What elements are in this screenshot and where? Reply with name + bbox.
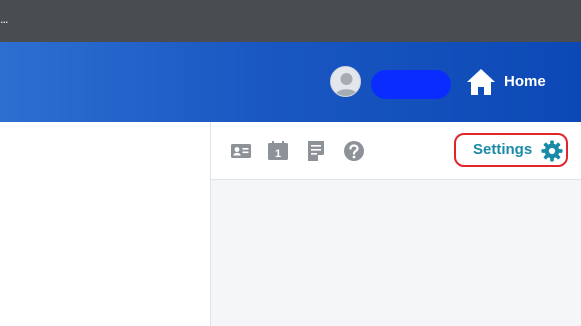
- notes-icon[interactable]: [305, 140, 327, 162]
- settings-button[interactable]: Settings: [454, 133, 568, 167]
- app-header: Home: [0, 42, 581, 122]
- right-panel: 1 Settings: [211, 122, 581, 326]
- gear-icon: [541, 140, 563, 162]
- settings-label: Settings: [473, 141, 533, 158]
- browser-top-bar: ...: [0, 0, 581, 42]
- left-panel: [0, 122, 211, 326]
- user-avatar-icon[interactable]: [330, 66, 361, 97]
- home-icon[interactable]: [465, 66, 497, 98]
- content-area: [211, 180, 581, 326]
- calendar-day-number: 1: [275, 148, 281, 160]
- calendar-icon[interactable]: 1: [267, 140, 289, 162]
- toolbar: 1 Settings: [211, 122, 581, 180]
- top-bar-overflow-text: ...: [0, 13, 8, 26]
- help-icon[interactable]: [343, 140, 365, 162]
- contact-card-icon[interactable]: [230, 140, 252, 162]
- user-name-redacted[interactable]: [371, 70, 451, 99]
- home-link[interactable]: Home: [504, 73, 546, 90]
